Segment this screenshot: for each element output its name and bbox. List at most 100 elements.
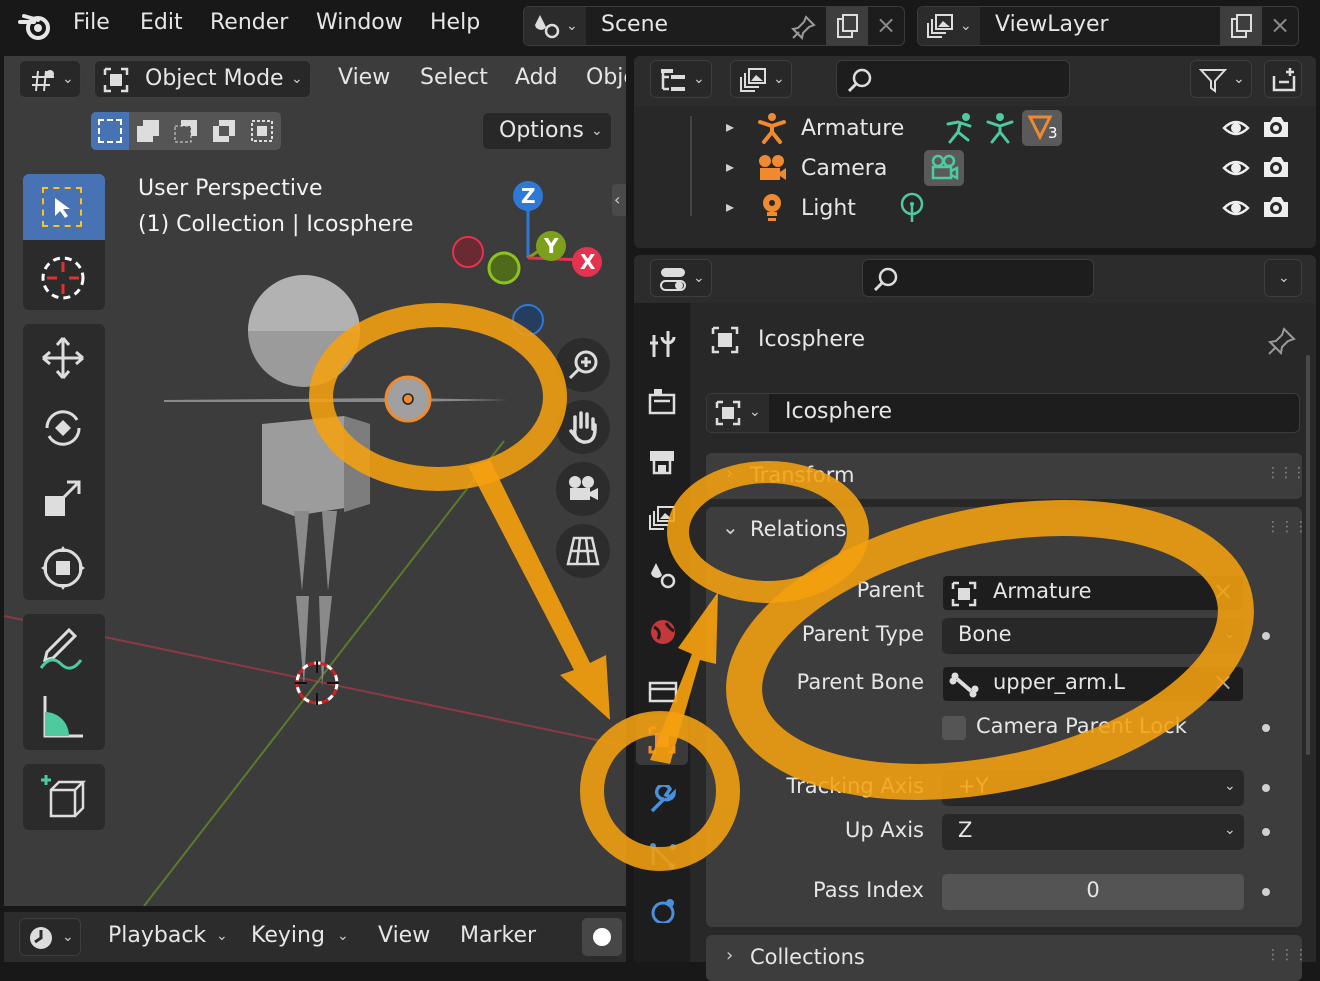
cursor-tool[interactable]: [23, 244, 105, 310]
close-icon[interactable]: ×: [1270, 11, 1290, 39]
menu-window[interactable]: Window: [316, 10, 403, 35]
camera-parent-lock-checkbox[interactable]: [942, 716, 966, 740]
menu-edit[interactable]: Edit: [140, 10, 183, 35]
particles-tab-icon[interactable]: [648, 841, 678, 871]
object-browse-button[interactable]: ⌄: [707, 394, 769, 432]
scale-tool[interactable]: [23, 464, 105, 530]
transform-panel-header[interactable]: › Transform ⋮⋮⋮: [706, 453, 1306, 499]
child-objects-badge[interactable]: 3: [1022, 110, 1062, 146]
close-icon[interactable]: ×: [876, 11, 896, 39]
outliner-editor-type-button[interactable]: ⌄: [650, 60, 712, 98]
select-subtract-button[interactable]: [167, 112, 205, 150]
scene-name[interactable]: Scene: [601, 12, 668, 37]
3d-viewport[interactable]: ⌄ Object Mode ⌄ View Select Add Obje Opt…: [4, 56, 626, 906]
sidebar-toggle[interactable]: ‹: [612, 184, 626, 216]
outliner-search-input[interactable]: [836, 60, 1070, 98]
camera-data-button[interactable]: [924, 150, 964, 186]
timeline-menu-view[interactable]: View: [378, 923, 430, 948]
tool-settings-tab-icon[interactable]: [648, 329, 676, 359]
properties-editor-type-button[interactable]: ⌄: [650, 259, 712, 297]
modifier-tab-icon[interactable]: [648, 785, 678, 815]
rotate-tool[interactable]: [23, 394, 105, 460]
animate-property-icon[interactable]: [1262, 632, 1270, 640]
add-cube-tool[interactable]: [23, 764, 105, 830]
annotate-tool[interactable]: [23, 614, 105, 680]
parent-bone-field[interactable]: upper_arm.L ×: [942, 666, 1244, 702]
select-intersect-button[interactable]: [243, 112, 281, 150]
properties-search-input[interactable]: [862, 259, 1094, 297]
pose-icon[interactable]: [944, 112, 976, 144]
parent-type-dropdown[interactable]: Bone ⌄: [942, 618, 1244, 654]
eye-icon[interactable]: [1222, 156, 1250, 180]
new-collection-button[interactable]: [1264, 60, 1302, 98]
blender-logo-icon[interactable]: [18, 10, 54, 42]
timeline-editor-type-button[interactable]: ⌄: [19, 918, 81, 956]
animate-property-icon[interactable]: [1262, 784, 1270, 792]
navigation-gizmo[interactable]: Z Y X: [444, 176, 614, 346]
world-tab-icon[interactable]: [648, 617, 678, 647]
camera-view-button[interactable]: [556, 462, 610, 516]
perspective-toggle-button[interactable]: [556, 524, 610, 578]
new-view-layer-button[interactable]: [1220, 7, 1262, 45]
drag-handle-icon[interactable]: ⋮⋮⋮: [1266, 947, 1308, 963]
transform-tool[interactable]: [23, 534, 105, 600]
clear-icon[interactable]: ×: [1213, 668, 1233, 696]
render-camera-icon[interactable]: [1262, 114, 1290, 140]
select-extend-button[interactable]: [129, 112, 167, 150]
scene-tab-icon[interactable]: [648, 561, 678, 591]
expand-arrow-icon[interactable]: ▸: [726, 117, 734, 136]
menu-object[interactable]: Obje: [586, 65, 626, 90]
move-tool[interactable]: [23, 324, 105, 390]
select-new-button[interactable]: [91, 112, 129, 150]
display-mode-button[interactable]: ⌄: [730, 60, 792, 98]
select-difference-button[interactable]: [205, 112, 243, 150]
scene-browse-button[interactable]: ⌄: [524, 7, 586, 45]
render-camera-icon[interactable]: [1262, 154, 1290, 180]
menu-add[interactable]: Add: [515, 65, 558, 90]
tracking-axis-dropdown[interactable]: +Y ⌄: [942, 770, 1244, 806]
object-tab[interactable]: [636, 715, 688, 765]
pan-button[interactable]: [556, 400, 610, 454]
view-layer-browse-button[interactable]: ⌄: [918, 7, 980, 45]
object-name-field[interactable]: Icosphere: [785, 399, 892, 424]
collection-tab-icon[interactable]: [648, 675, 678, 705]
animate-property-icon[interactable]: [1262, 724, 1270, 732]
properties-options-button[interactable]: ⌄: [1264, 259, 1302, 297]
drag-handle-icon[interactable]: ⋮⋮⋮: [1266, 465, 1306, 481]
menu-help[interactable]: Help: [430, 10, 480, 35]
up-axis-dropdown[interactable]: Z ⌄: [942, 814, 1244, 850]
light-data-icon[interactable]: [898, 192, 926, 224]
expand-arrow-icon[interactable]: ▸: [726, 197, 734, 216]
render-camera-icon[interactable]: [1262, 194, 1290, 220]
pass-index-field[interactable]: 0: [942, 874, 1244, 910]
render-tab-icon[interactable]: [648, 387, 676, 417]
keying-menu[interactable]: Keying ⌄: [237, 918, 357, 956]
eye-icon[interactable]: [1222, 196, 1250, 220]
new-scene-button[interactable]: [826, 7, 868, 45]
outliner-row-light[interactable]: ▸ Light: [634, 188, 1316, 228]
clear-icon[interactable]: ×: [1213, 577, 1233, 605]
view-layer-name[interactable]: ViewLayer: [995, 12, 1109, 37]
select-box-tool[interactable]: [23, 174, 105, 240]
physics-tab-icon[interactable]: [648, 893, 678, 923]
pin-icon[interactable]: [789, 14, 817, 40]
filter-button[interactable]: ⌄: [1190, 60, 1252, 98]
animate-property-icon[interactable]: [1262, 828, 1270, 836]
menu-file[interactable]: File: [73, 10, 110, 35]
armature-data-icon[interactable]: [984, 112, 1016, 144]
object-mode-dropdown[interactable]: Object Mode ⌄: [94, 60, 311, 98]
menu-view[interactable]: View: [338, 65, 390, 90]
output-tab-icon[interactable]: [648, 447, 676, 477]
editor-type-button[interactable]: ⌄: [19, 60, 81, 98]
gizmo-y-label[interactable]: Y: [544, 234, 558, 258]
eye-icon[interactable]: [1222, 116, 1250, 140]
playback-menu[interactable]: Playback ⌄: [92, 918, 235, 956]
view-layer-tab-icon[interactable]: [648, 505, 676, 535]
menu-select[interactable]: Select: [420, 65, 488, 90]
drag-handle-icon[interactable]: ⋮⋮⋮: [1266, 519, 1308, 535]
measure-tool[interactable]: [23, 684, 105, 750]
expand-arrow-icon[interactable]: ▸: [726, 157, 734, 176]
outliner-row-camera[interactable]: ▸ Camera: [634, 148, 1316, 188]
parent-field[interactable]: Armature ×: [942, 575, 1244, 611]
animate-property-icon[interactable]: [1262, 888, 1270, 896]
